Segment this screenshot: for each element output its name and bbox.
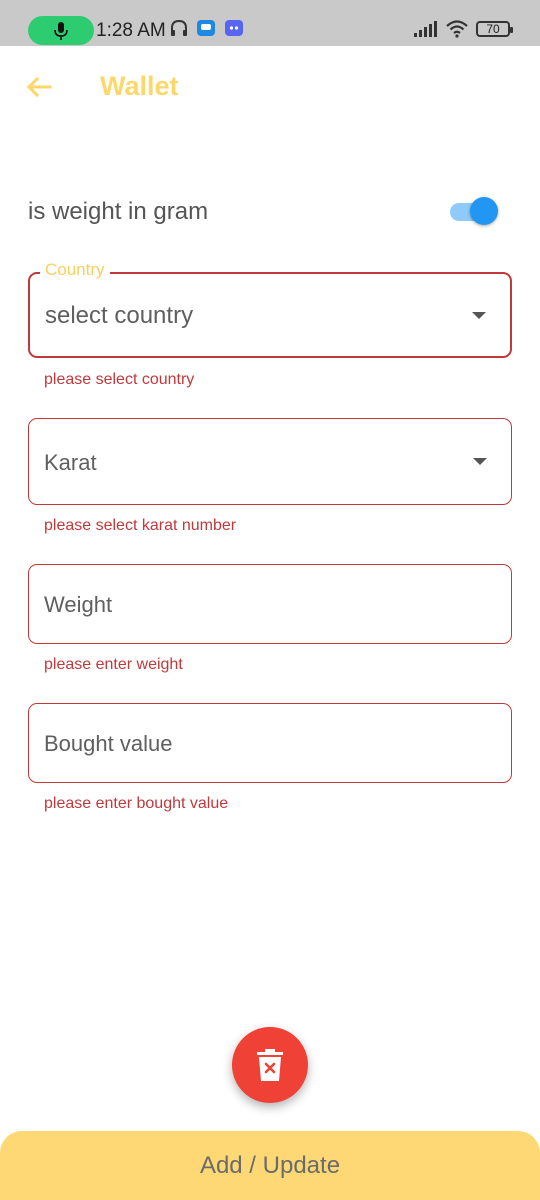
page-title: Wallet — [100, 71, 179, 101]
microphone-icon — [54, 21, 68, 40]
weight-input[interactable]: Weight — [28, 564, 512, 644]
delete-button[interactable] — [232, 1027, 308, 1103]
weight-in-gram-label: is weight in gram — [28, 198, 209, 225]
dropdown-arrow-icon — [472, 312, 486, 319]
delete-icon — [257, 1049, 283, 1081]
headphones-icon — [171, 19, 187, 36]
chat-app-icon — [197, 20, 215, 36]
discord-icon — [225, 20, 243, 36]
country-error: please select country — [44, 371, 195, 388]
bought-value-input[interactable]: Bought value — [28, 703, 512, 783]
app-bar: Wallet — [0, 46, 540, 126]
switch-thumb — [470, 197, 498, 225]
weight-error: please enter weight — [44, 656, 183, 673]
karat-value: Karat — [44, 450, 97, 475]
country-value: select country — [45, 302, 194, 329]
wifi-icon — [446, 20, 468, 38]
dropdown-arrow-icon — [473, 458, 487, 465]
arrow-left-icon — [26, 76, 52, 98]
bought-value-placeholder: Bought value — [44, 731, 173, 756]
signal-icon — [414, 21, 437, 37]
weight-in-gram-switch[interactable] — [448, 196, 500, 226]
add-update-label: Add / Update — [199, 1151, 341, 1179]
status-bar: 1:28 AM 70 — [0, 0, 540, 46]
add-update-button[interactable]: Add / Update — [0, 1131, 540, 1200]
microphone-indicator — [28, 16, 94, 45]
karat-error: please select karat number — [44, 517, 237, 534]
weight-placeholder: Weight — [44, 592, 113, 617]
bought-value-error: please enter bought value — [44, 795, 229, 812]
back-button[interactable] — [22, 70, 56, 104]
karat-dropdown[interactable]: Karat — [28, 418, 512, 505]
country-dropdown[interactable]: Country select country — [28, 260, 512, 358]
battery-icon: 70 — [476, 21, 513, 37]
battery-level: 70 — [486, 22, 500, 36]
country-label: Country — [40, 260, 110, 280]
status-time: 1:28 AM — [96, 20, 166, 41]
